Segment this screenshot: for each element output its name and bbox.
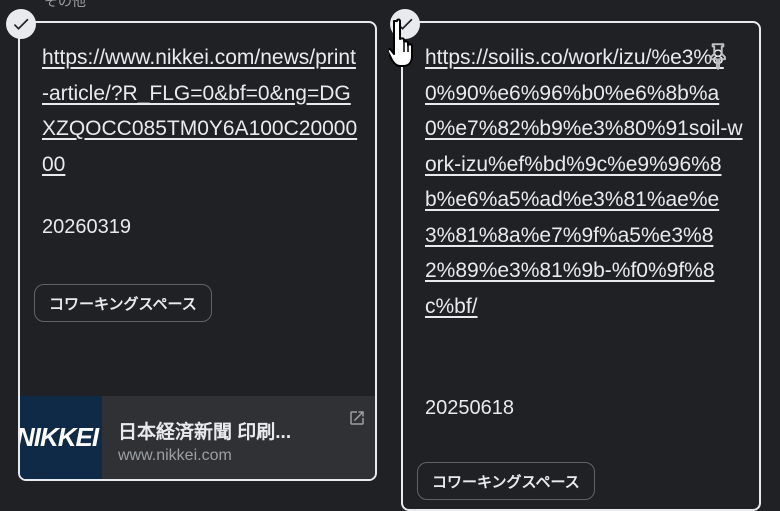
preview-domain: www.nikkei.com: [118, 447, 232, 464]
hand-pointer-icon: [386, 17, 423, 74]
note-card-soilis[interactable]: https://soilis.co/work/izu/%e3%80%90%e6%…: [401, 21, 761, 511]
link-preview[interactable]: NIKKEI 日本経済新聞 印刷... www.nikkei.com: [20, 396, 375, 479]
check-circle-icon[interactable]: [6, 9, 36, 39]
section-label: その他: [44, 0, 86, 9]
label-chip[interactable]: コワーキングスペース: [34, 284, 212, 322]
open-in-new-icon[interactable]: [348, 409, 366, 432]
note-link[interactable]: https://soilis.co/work/izu/%e3%80%90%e6%…: [425, 40, 743, 324]
preview-title: 日本経済新聞 印刷...: [118, 422, 292, 443]
nikkei-logo: NIKKEI: [20, 422, 99, 452]
note-link[interactable]: https://www.nikkei.com/news/print-articl…: [42, 40, 360, 182]
note-card-nikkei[interactable]: https://www.nikkei.com/news/print-articl…: [18, 21, 377, 481]
label-chip[interactable]: コワーキングスペース: [417, 462, 595, 500]
preview-thumbnail: NIKKEI: [20, 396, 102, 479]
pin-icon[interactable]: [705, 41, 731, 76]
note-date: 20250618: [425, 397, 514, 419]
note-date: 20260319: [42, 216, 131, 238]
